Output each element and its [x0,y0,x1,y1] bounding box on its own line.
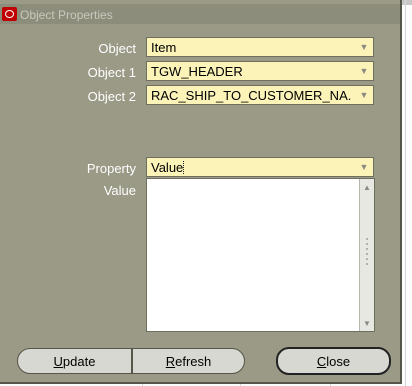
chevron-down-icon[interactable]: ▼ [356,39,372,55]
dialog-title: Object Properties [20,8,113,22]
value-label: Value [103,183,136,198]
chevron-down-icon[interactable]: ▼ [356,159,372,175]
scrollbar-grip[interactable] [363,235,371,269]
property-field[interactable]: Value ▼ [146,157,374,177]
update-button-mnemonic: U [53,353,63,369]
property-label: Property [86,161,136,176]
value-textarea[interactable]: ▲ ▼ [146,178,375,332]
update-button[interactable]: Update [17,348,132,374]
close-button-label: lose [326,353,351,369]
scroll-up-icon[interactable]: ▲ [360,180,374,194]
object2-value: RAC_SHIP_TO_CUSTOMER_NA... [151,88,351,103]
property-value-text: Value [151,160,185,175]
chevron-down-icon[interactable]: ▼ [356,63,372,79]
object-label: Object [98,41,136,56]
chevron-down-icon[interactable]: ▼ [356,87,372,103]
oracle-logo-icon [2,7,17,21]
object1-field[interactable]: TGW_HEADER ▼ [146,61,374,81]
object1-label: Object 1 [87,65,136,80]
scroll-down-icon[interactable]: ▼ [360,316,374,330]
object-field[interactable]: Item ▼ [146,37,374,57]
property-value: Value [151,160,351,175]
dialog-titlebar[interactable]: Object Properties [0,4,400,24]
object2-label: Object 2 [87,89,136,104]
refresh-button-label: efresh [175,353,212,369]
background-grid-line [405,0,406,386]
close-button[interactable]: Close [276,347,391,375]
object1-value: TGW_HEADER [151,64,243,79]
close-button-mnemonic: C [316,353,327,369]
refresh-button-mnemonic: R [165,353,176,369]
object2-field[interactable]: RAC_SHIP_TO_CUSTOMER_NA... ▼ [146,85,374,105]
update-button-label: pdate [62,353,96,369]
object-value: Item [151,40,177,55]
object-properties-dialog: Object Properties Object Item ▼ Object 1… [0,0,402,384]
refresh-button[interactable]: Refresh [132,348,245,374]
value-scrollbar[interactable]: ▲ ▼ [359,179,374,331]
